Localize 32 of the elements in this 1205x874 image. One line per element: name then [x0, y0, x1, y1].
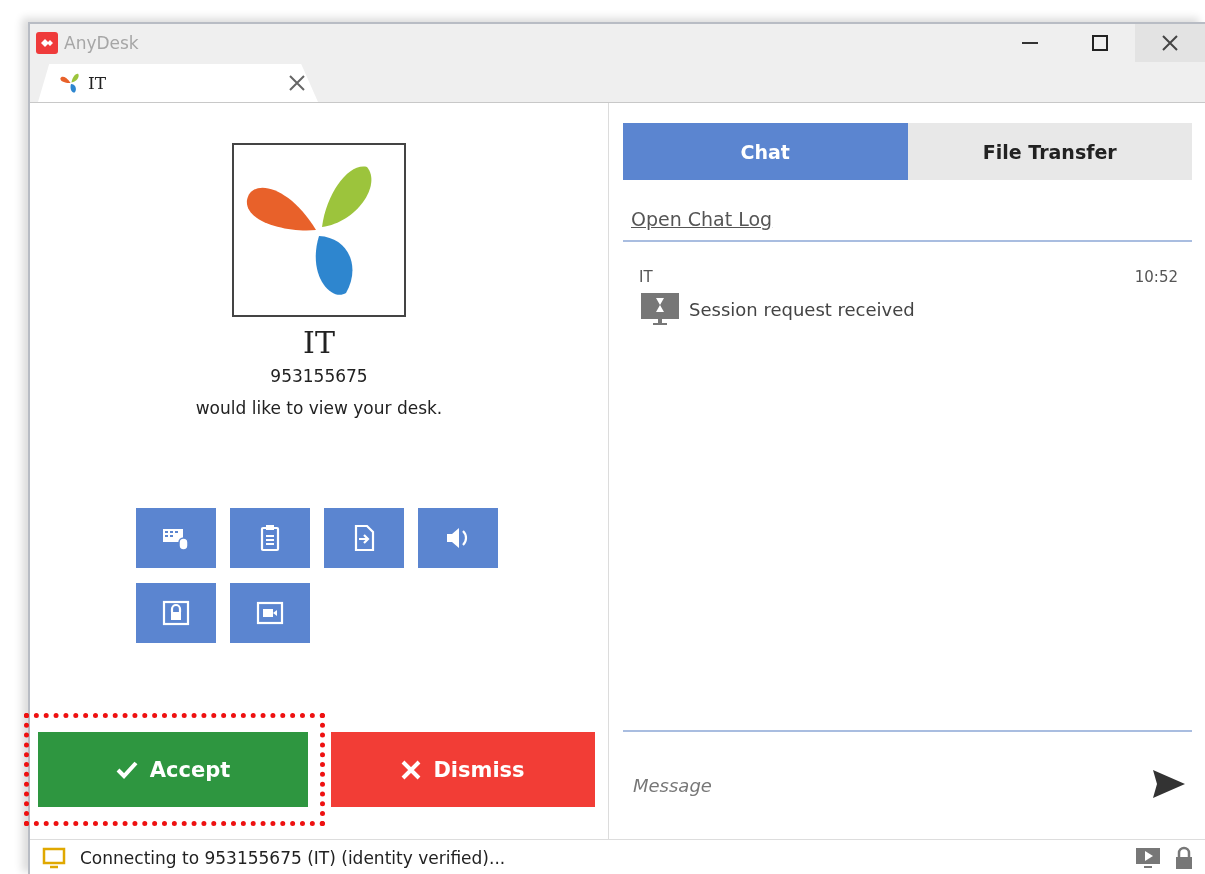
permission-button[interactable]	[324, 508, 404, 568]
request-message: would like to view your desk.	[195, 398, 443, 418]
monitor-hourglass-icon	[639, 292, 681, 326]
permission-button[interactable]	[230, 508, 310, 568]
minimize-icon[interactable]	[1022, 41, 1038, 45]
permission-button[interactable]	[136, 508, 216, 568]
screen-play-icon[interactable]	[1135, 847, 1161, 869]
message-text: Session request received	[689, 298, 915, 320]
session-tab[interactable]: IT	[38, 64, 318, 102]
message-time: 10:52	[1134, 268, 1178, 286]
close-icon	[401, 759, 422, 780]
requester-id: 953155675	[270, 366, 368, 386]
check-icon	[115, 760, 138, 779]
monitor-icon	[42, 847, 66, 869]
permission-button[interactable]	[136, 583, 216, 643]
permission-button[interactable]	[230, 583, 310, 643]
message-field[interactable]: Message	[623, 775, 1146, 796]
dismiss-button[interactable]: Dismiss	[331, 732, 595, 807]
panel-tab[interactable]: File Transfer	[907, 123, 1192, 180]
close-icon[interactable]	[1161, 34, 1179, 52]
lock-icon[interactable]	[1175, 846, 1193, 870]
message-sender: IT	[639, 268, 653, 286]
app-logo-icon	[36, 32, 58, 54]
close-icon[interactable]	[288, 74, 306, 92]
panel-tab[interactable]: Chat	[623, 123, 908, 180]
accept-button[interactable]: Accept	[38, 732, 308, 807]
window-title: AnyDesk	[64, 33, 140, 53]
permission-button[interactable]	[418, 508, 498, 568]
chat-log-link[interactable]: Open Chat Log	[631, 208, 773, 230]
maximize-icon[interactable]	[1092, 35, 1108, 51]
status-text: Connecting to 953155675 (IT) (identity verified)...	[80, 848, 507, 868]
requester-name: IT	[303, 325, 335, 360]
